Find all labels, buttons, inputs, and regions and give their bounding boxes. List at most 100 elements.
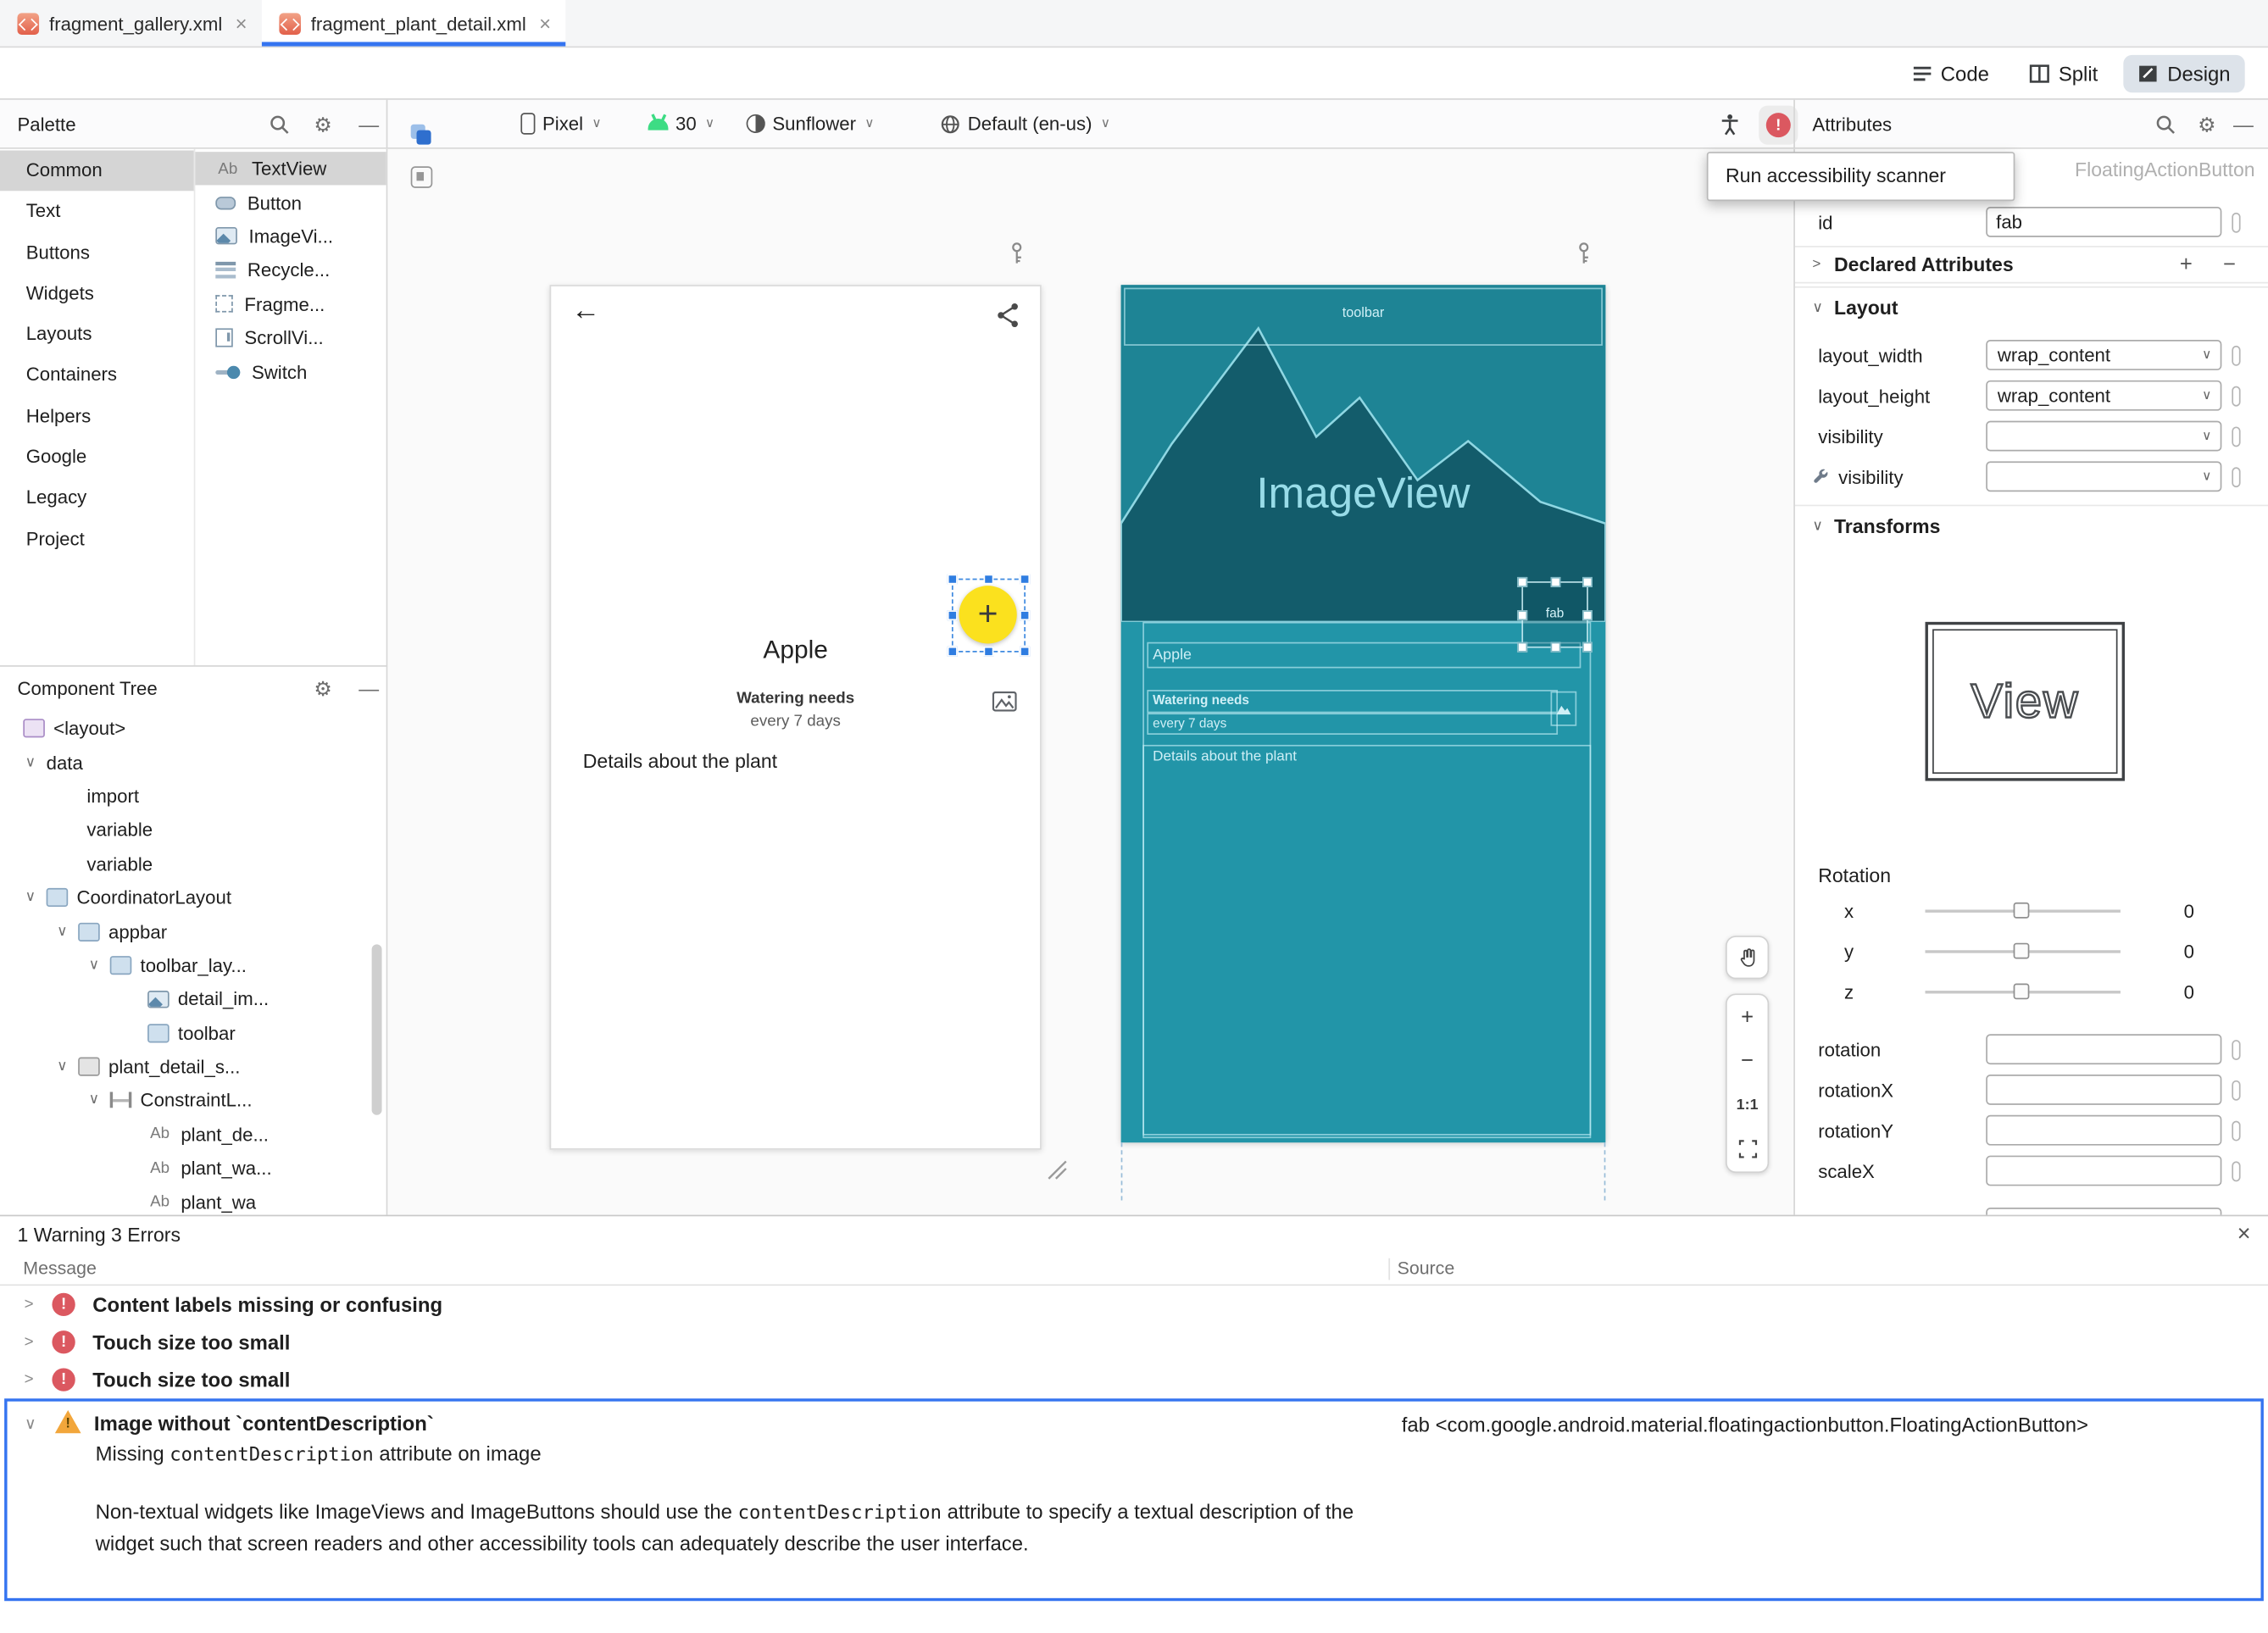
section-transforms[interactable]: ∨ Transforms <box>1794 504 2268 546</box>
slider-thumb[interactable] <box>2013 942 2030 959</box>
rotation-y-slider[interactable] <box>1925 942 2121 959</box>
tab-fragment-gallery[interactable]: fragment_gallery.xml × <box>0 0 262 47</box>
gear-icon[interactable]: ⚙ <box>314 678 331 698</box>
resize-handle[interactable] <box>1020 574 1031 585</box>
slider-thumb[interactable] <box>2013 983 2030 1000</box>
rotation-z-slider[interactable] <box>1925 983 2121 1000</box>
chevron-down-icon[interactable]: ∨ <box>25 1414 36 1433</box>
palette-category-common[interactable]: Common <box>0 150 194 192</box>
tree-item-appbar[interactable]: ∨ appbar <box>0 914 386 948</box>
chevron-down-icon[interactable]: ∨ <box>1812 299 1823 315</box>
resize-handle[interactable] <box>1549 576 1560 587</box>
resize-handle[interactable] <box>1582 642 1593 653</box>
tree-item-plant-watering[interactable]: Ab plant_wa... <box>0 1152 386 1186</box>
palette-item-imageview[interactable]: ImageVi... <box>195 219 386 253</box>
pan-tool-button[interactable] <box>1726 936 1770 980</box>
plant-details-text[interactable]: Details about the plant <box>583 751 777 773</box>
palette-category-google[interactable]: Google <box>0 437 194 478</box>
tree-item-detail-image[interactable]: detail_im... <box>0 982 386 1016</box>
code-view-button[interactable]: Code <box>1898 54 2004 92</box>
chevron-right-icon[interactable]: > <box>20 1334 37 1351</box>
chevron-down-icon[interactable]: ∨ <box>55 1058 69 1075</box>
section-layout[interactable]: ∨ Layout <box>1794 286 2268 327</box>
tree-item-data[interactable]: ∨ data <box>0 746 386 780</box>
resize-handle[interactable] <box>947 610 958 621</box>
palette-item-fragment[interactable]: Fragme... <box>195 287 386 321</box>
chevron-down-icon[interactable]: ∨ <box>1812 518 1823 534</box>
problem-row-content-labels[interactable]: > ! Content labels missing or confusing <box>0 1286 2268 1323</box>
section-declared-attributes[interactable]: > Declared Attributes + − <box>1794 246 2268 284</box>
resize-handle[interactable] <box>1020 610 1031 621</box>
palette-category-containers[interactable]: Containers <box>0 355 194 396</box>
remove-attribute-button[interactable]: − <box>2223 253 2236 277</box>
close-icon[interactable]: × <box>236 12 247 35</box>
source-column-header[interactable]: Source <box>1398 1258 1455 1279</box>
chevron-right-icon[interactable]: > <box>20 1371 37 1388</box>
close-icon[interactable]: × <box>2237 1222 2251 1248</box>
zoom-out-button[interactable]: − <box>1727 1039 1768 1083</box>
zoom-in-button[interactable]: + <box>1727 995 1768 1039</box>
palette-category-widgets[interactable]: Widgets <box>0 273 194 314</box>
share-icon[interactable] <box>997 303 1020 329</box>
rotation-input[interactable] <box>1986 1034 2222 1065</box>
tree-item-coordinatorlayout[interactable]: ∨ CoordinatorLayout <box>0 880 386 914</box>
tree-item-layout[interactable]: <layout> <box>0 712 386 746</box>
gear-icon[interactable]: ⚙ <box>2198 114 2215 134</box>
problem-row-touch-size-2[interactable]: > ! Touch size too small <box>0 1361 2268 1398</box>
design-preview[interactable]: ← Apple Watering needs every 7 days Deta… <box>549 285 1042 1150</box>
split-view-button[interactable]: Split <box>2015 54 2113 92</box>
screen-mode-icon[interactable] <box>410 166 433 188</box>
resize-handle[interactable] <box>983 574 994 585</box>
close-icon[interactable]: × <box>539 12 551 35</box>
resize-handle[interactable] <box>1549 642 1560 653</box>
accessibility-error-badge[interactable]: ! <box>1759 105 1798 145</box>
rotation-y-input[interactable] <box>1986 1114 2222 1146</box>
blueprint-fab[interactable]: fab <box>1517 576 1593 653</box>
palette-category-project[interactable]: Project <box>0 519 194 559</box>
canvas-resize-handle[interactable] <box>1046 1158 1069 1181</box>
chevron-down-icon[interactable]: ∨ <box>23 890 37 906</box>
visibility-dropdown[interactable]: ∨ <box>1986 420 2222 452</box>
watering-interval-text[interactable]: every 7 days <box>551 713 1040 730</box>
zoom-one-to-one-button[interactable]: 1:1 <box>1727 1083 1768 1127</box>
blueprint-details-box[interactable] <box>1142 744 1592 1136</box>
back-arrow-icon[interactable]: ← <box>571 295 600 328</box>
tree-item-plant-detail-scrollview[interactable]: ∨ plant_detail_s... <box>0 1050 386 1084</box>
rotation-x-input[interactable] <box>1986 1075 2222 1105</box>
problem-row-selected[interactable]: ∨ ! Image without `contentDescription` f… <box>4 1398 2264 1602</box>
blueprint-gallery-box[interactable] <box>1550 691 1577 726</box>
layout-width-dropdown[interactable]: wrap_content ∨ <box>1986 340 2222 370</box>
palette-category-buttons[interactable]: Buttons <box>0 232 194 273</box>
zoom-fit-button[interactable] <box>1727 1127 1768 1171</box>
theme-selector[interactable]: Sunflower ∨ <box>746 100 874 147</box>
layout-height-dropdown[interactable]: wrap_content ∨ <box>1986 380 2222 411</box>
gear-icon[interactable]: ⚙ <box>314 114 331 134</box>
selection-rect[interactable] <box>947 574 1031 657</box>
tree-item-variable[interactable]: variable <box>0 813 386 847</box>
api-level-selector[interactable]: 30 ∨ <box>648 100 714 147</box>
palette-category-legacy[interactable]: Legacy <box>0 478 194 519</box>
search-icon[interactable] <box>269 114 289 134</box>
resize-handle[interactable] <box>1517 609 1528 620</box>
chevron-down-icon[interactable]: ∨ <box>86 958 101 974</box>
search-icon[interactable] <box>2155 114 2176 134</box>
accessibility-icon[interactable] <box>1718 112 1741 135</box>
tree-item-toolbar[interactable]: toolbar <box>0 1016 386 1050</box>
rotation-x-slider[interactable] <box>1925 902 2121 919</box>
tree-item-toolbar-layout[interactable]: ∨ toolbar_lay... <box>0 948 386 982</box>
scrollbar[interactable] <box>371 944 382 1115</box>
chevron-down-icon[interactable]: ∨ <box>86 1092 101 1108</box>
resize-handle[interactable] <box>1517 576 1528 587</box>
resize-handle[interactable] <box>1517 642 1528 653</box>
chevron-down-icon[interactable]: ∨ <box>23 754 37 770</box>
blueprint-preview[interactable]: toolbar ImageView Apple Watering needs e… <box>1120 285 1606 1143</box>
resize-handle[interactable] <box>983 646 994 657</box>
palette-item-button[interactable]: Button <box>195 186 386 219</box>
column-divider[interactable] <box>1388 1258 1391 1280</box>
tree-item-import[interactable]: import <box>0 780 386 814</box>
message-column-header[interactable]: Message <box>23 1258 97 1279</box>
scale-x-input[interactable] <box>1986 1155 2222 1186</box>
design-view-button[interactable]: Design <box>2124 53 2245 92</box>
device-selector[interactable]: Pixel ∨ <box>520 100 602 147</box>
problem-row-touch-size-1[interactable]: > ! Touch size too small <box>0 1324 2268 1361</box>
